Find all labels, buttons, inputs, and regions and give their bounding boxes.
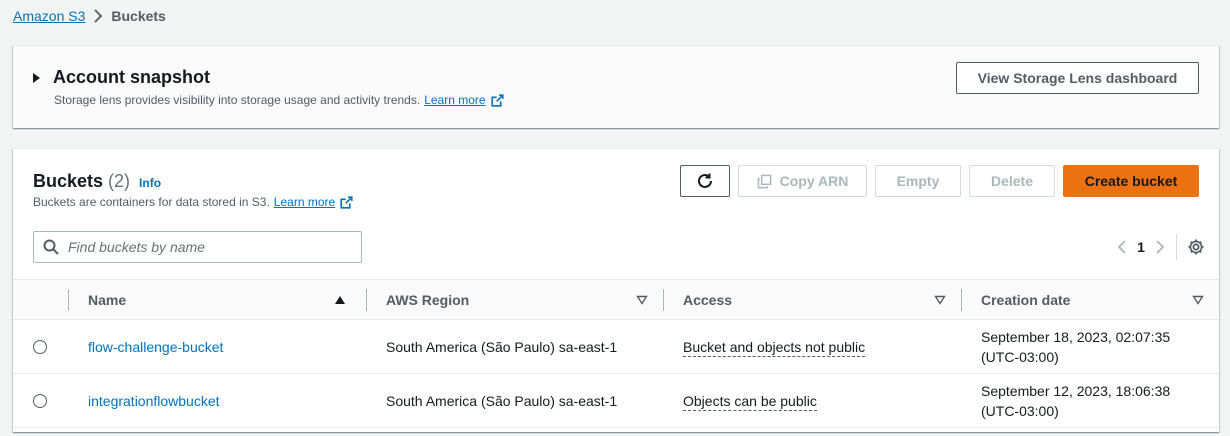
account-snapshot-title: Account snapshot xyxy=(53,67,211,87)
account-snapshot-description: Storage lens provides visibility into st… xyxy=(54,93,504,107)
select-cell xyxy=(13,319,68,374)
snapshot-description-text: Storage lens provides visibility into st… xyxy=(54,93,421,107)
region-cell: South America (São Paulo) sa-east-1 xyxy=(366,373,663,428)
create-bucket-button[interactable]: Create bucket xyxy=(1063,165,1199,197)
creation-date-line: September 12, 2023, 18:06:38 xyxy=(981,382,1171,399)
column-region-label: AWS Region xyxy=(386,291,470,308)
breadcrumb: Amazon S3 Buckets xyxy=(13,7,166,25)
buckets-learn-more-link[interactable]: Learn more xyxy=(274,195,335,209)
creation-date-line: September 18, 2023, 02:07:35 xyxy=(981,328,1171,345)
account-snapshot-toggle[interactable]: Account snapshot xyxy=(33,67,210,88)
access-cell: Objects can be public xyxy=(663,373,961,428)
select-column-header xyxy=(13,279,68,320)
page-number[interactable]: 1 xyxy=(1128,239,1154,255)
caret-right-icon xyxy=(33,72,40,83)
column-header-creation-date[interactable]: Creation date xyxy=(961,279,1219,320)
copy-icon xyxy=(757,174,771,188)
gear-icon[interactable] xyxy=(1187,238,1205,256)
select-cell xyxy=(13,373,68,428)
breadcrumb-current: Buckets xyxy=(111,8,166,24)
table-row[interactable]: flow-challenge-bucket South America (São… xyxy=(13,319,1219,374)
access-cell: Bucket and objects not public xyxy=(663,319,961,374)
snapshot-learn-more-link[interactable]: Learn more xyxy=(424,93,485,107)
creation-date-timezone: (UTC-03:00) xyxy=(981,348,1059,365)
refresh-button[interactable] xyxy=(680,165,730,197)
chevron-right-icon[interactable] xyxy=(1154,239,1166,255)
info-link[interactable]: Info xyxy=(139,176,161,190)
column-header-region[interactable]: AWS Region xyxy=(366,279,663,320)
creation-date-cell: September 18, 2023, 02:07:35 (UTC-03:00) xyxy=(961,319,1219,374)
column-name-label: Name xyxy=(88,291,127,308)
delete-button[interactable]: Delete xyxy=(969,165,1055,197)
buckets-header: Buckets (2) Info xyxy=(33,171,161,192)
pager-divider xyxy=(1176,234,1177,260)
buckets-title: Buckets xyxy=(33,171,104,191)
refresh-icon xyxy=(698,173,712,188)
creation-date-cell: September 12, 2023, 18:06:38 (UTC-03:00) xyxy=(961,373,1219,428)
sort-icon xyxy=(1192,295,1204,305)
bucket-link[interactable]: flow-challenge-bucket xyxy=(88,339,223,355)
account-snapshot-panel: Account snapshot Storage lens provides v… xyxy=(13,45,1219,128)
access-status[interactable]: Bucket and objects not public xyxy=(683,338,866,357)
access-status[interactable]: Objects can be public xyxy=(683,392,817,411)
chevron-left-icon[interactable] xyxy=(1116,239,1128,255)
pagination: 1 xyxy=(1116,234,1205,260)
search-icon xyxy=(43,239,59,255)
name-cell: integrationflowbucket xyxy=(68,373,366,428)
copy-arn-button[interactable]: Copy ARN xyxy=(738,165,867,197)
external-link-icon xyxy=(490,93,504,107)
row-radio[interactable] xyxy=(33,339,47,354)
column-created-label: Creation date xyxy=(981,291,1071,308)
region-cell: South America (São Paulo) sa-east-1 xyxy=(366,319,663,374)
empty-button[interactable]: Empty xyxy=(875,165,961,197)
chevron-right-icon xyxy=(85,9,111,23)
sort-icon xyxy=(636,295,648,305)
table-row[interactable]: integrationflowbucket South America (São… xyxy=(13,373,1219,428)
buckets-description: Buckets are containers for data stored i… xyxy=(33,195,353,209)
buckets-count: (2) xyxy=(108,171,131,191)
column-header-name[interactable]: Name xyxy=(68,279,366,320)
sort-ascending-icon xyxy=(335,295,345,304)
column-access-label: Access xyxy=(683,291,733,308)
table-header-row: Name AWS Region Access Creation date xyxy=(13,279,1219,320)
name-cell: flow-challenge-bucket xyxy=(68,319,366,374)
breadcrumb-amazon-s3[interactable]: Amazon S3 xyxy=(13,8,85,24)
external-link-icon xyxy=(340,195,353,209)
search-input[interactable]: Find buckets by name xyxy=(33,231,362,263)
bucket-link[interactable]: integrationflowbucket xyxy=(88,393,220,409)
row-radio[interactable] xyxy=(33,393,47,408)
view-storage-lens-dashboard-button[interactable]: View Storage Lens dashboard xyxy=(956,62,1199,94)
buckets-description-text: Buckets are containers for data stored i… xyxy=(33,195,270,209)
buckets-panel: Buckets (2) Info Buckets are containers … xyxy=(13,148,1219,432)
sort-icon xyxy=(934,295,946,305)
buckets-table: Name AWS Region Access Creation date flo… xyxy=(13,279,1219,428)
copy-arn-label: Copy ARN xyxy=(779,173,849,189)
search-placeholder: Find buckets by name xyxy=(68,239,205,255)
column-header-access[interactable]: Access xyxy=(663,279,961,320)
creation-date-timezone: (UTC-03:00) xyxy=(981,402,1059,419)
